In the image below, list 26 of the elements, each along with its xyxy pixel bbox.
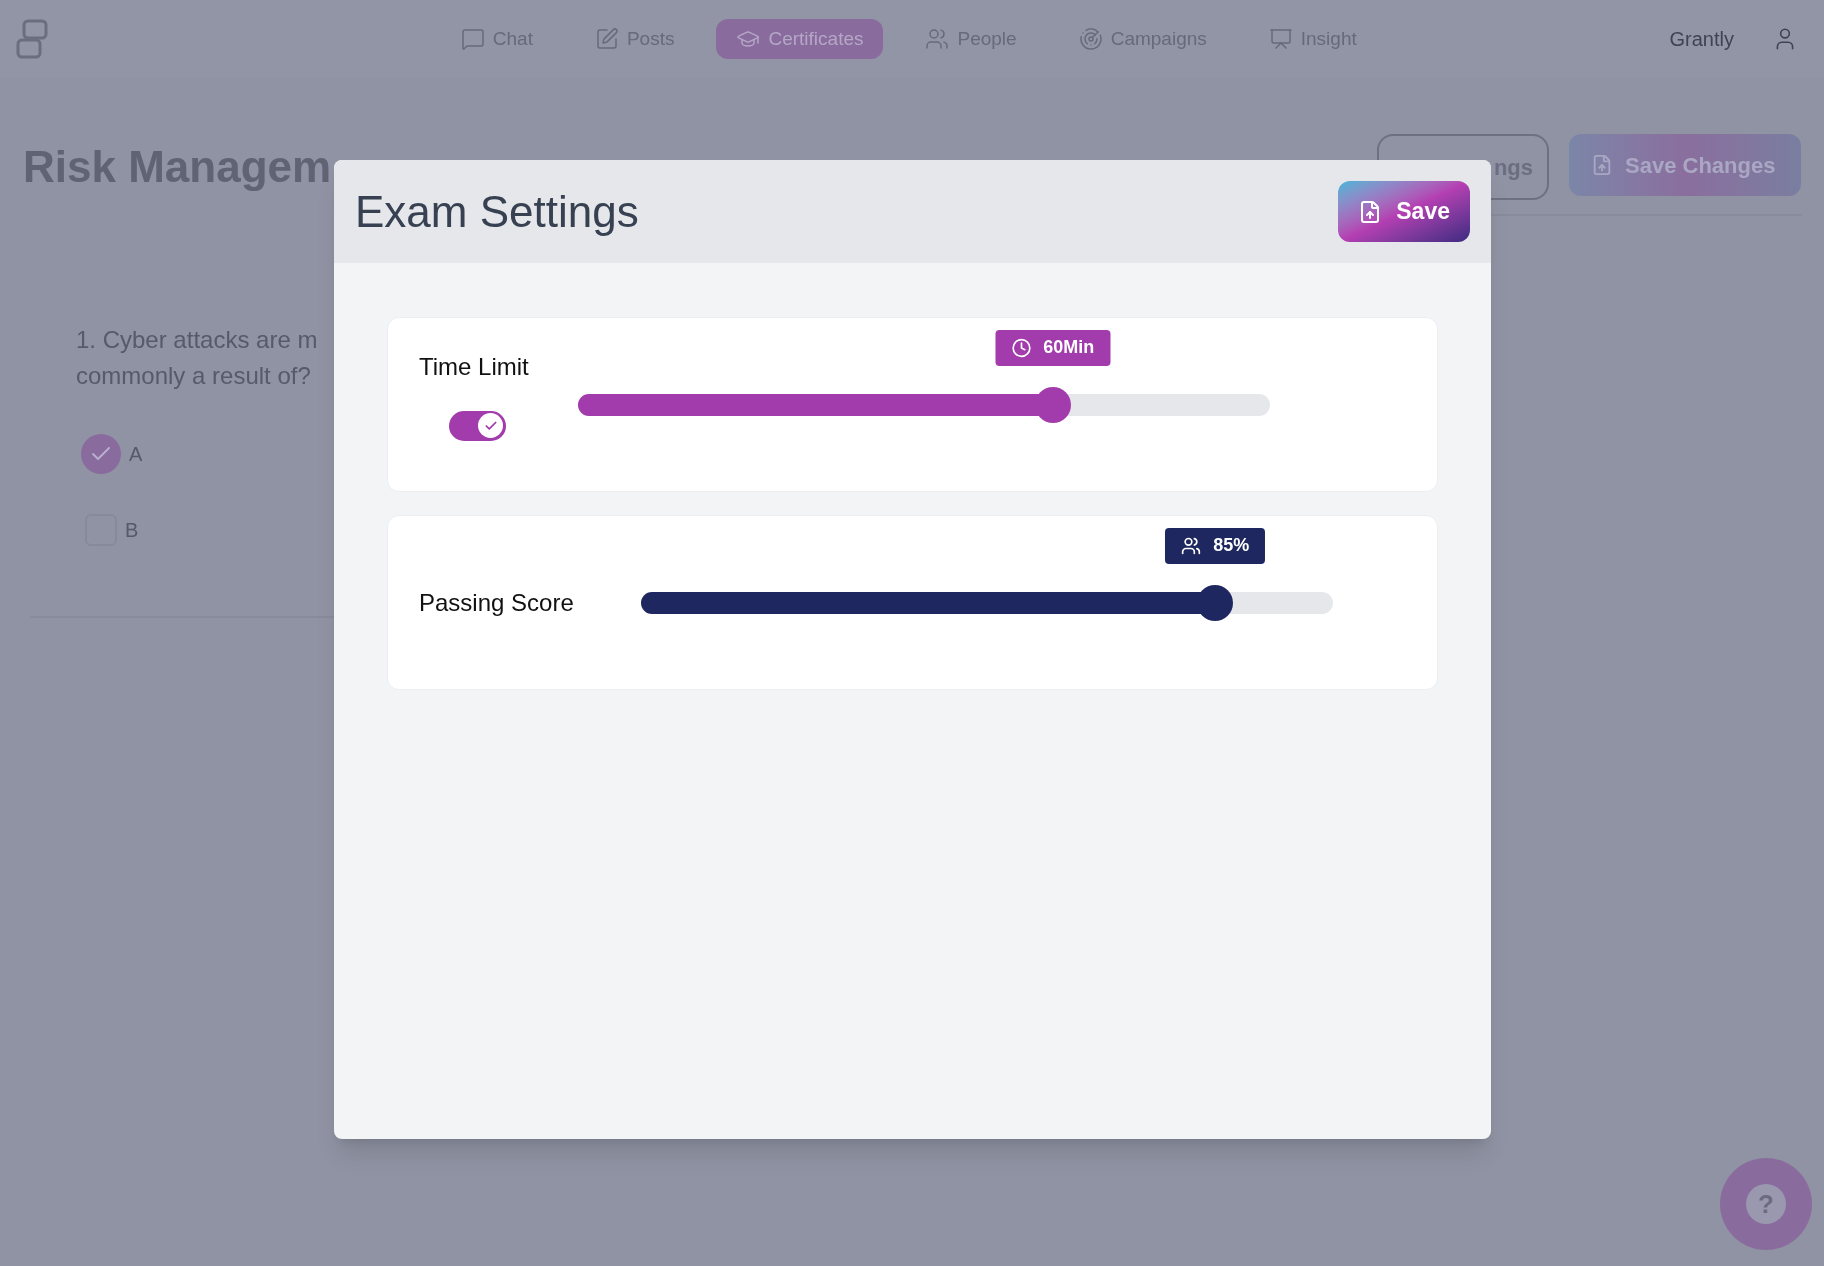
pencil-icon xyxy=(594,27,619,51)
chat-icon xyxy=(460,27,485,51)
value-tooltip: 60Min xyxy=(995,329,1111,366)
save-button[interactable]: Save xyxy=(1338,181,1470,242)
people-icon xyxy=(925,27,950,51)
question-text: 1. Cyber attacks are m commonly a result of? xyxy=(76,325,319,391)
file-upload-icon xyxy=(1591,154,1613,176)
setting-label: Time Limit xyxy=(419,351,530,382)
toggle-switch[interactable] xyxy=(449,410,506,441)
slider-thumb[interactable] xyxy=(1197,584,1234,621)
option-label: A xyxy=(129,442,143,467)
checkbox[interactable] xyxy=(81,434,121,474)
setting-label: Passing Score xyxy=(419,588,574,616)
clock-icon xyxy=(1011,337,1032,358)
slider[interactable] xyxy=(578,386,1270,423)
people-icon xyxy=(1181,535,1202,556)
nav-tab[interactable]: Certificates xyxy=(716,19,884,59)
help-icon: ? xyxy=(1746,1184,1786,1224)
radar-icon xyxy=(1078,27,1103,51)
presentation-icon xyxy=(1268,27,1293,51)
value-tooltip: 85% xyxy=(1165,527,1266,564)
dialog-title: Exam Settings xyxy=(355,185,639,238)
help-button[interactable]: ? xyxy=(1720,1158,1812,1250)
slider[interactable] xyxy=(641,584,1333,621)
option-label: B xyxy=(125,518,139,543)
account-name: Grantly xyxy=(1669,27,1734,52)
